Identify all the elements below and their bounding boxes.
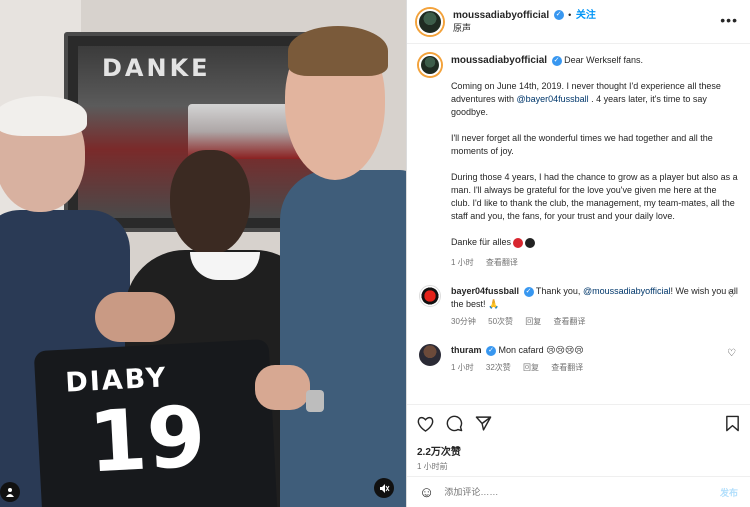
wristwatch — [306, 390, 324, 412]
caption-text: Danke für alles — [450, 237, 511, 247]
post-details-panel: moussadiabyofficial ✓ • 关注 原声 ••• moussa… — [406, 0, 750, 507]
caption-meta: 1 小时 查看翻译 — [451, 256, 738, 269]
comments-scroll-area[interactable]: moussadiabyofficial ✓ Dear Werkself fans… — [407, 44, 750, 399]
bookmark-icon[interactable] — [725, 415, 740, 435]
audio-label[interactable]: 原声 — [453, 22, 596, 35]
comment-text: Mon cafard 😢😢😢😢 — [498, 345, 584, 355]
comment-like-heart-icon[interactable]: ♡ — [727, 289, 736, 300]
post-header: moussadiabyofficial ✓ • 关注 原声 ••• — [407, 0, 750, 44]
handshake — [95, 292, 175, 342]
caption-paragraph-3: During those 4 years, I had the chance t… — [450, 172, 738, 221]
comment-item: bayer04fussball ✓ Thank you, @moussadiab… — [419, 285, 738, 328]
person-center-head — [170, 150, 250, 255]
emoji-icon[interactable]: ☺ — [419, 484, 434, 501]
post-media[interactable]: DANKE DIABY 19 — [0, 0, 406, 507]
add-comment-bar: ☺ 发布 — [407, 476, 750, 507]
comment-likes[interactable]: 32次赞 — [486, 363, 511, 372]
verified-badge-icon: ✓ — [551, 55, 562, 66]
comment-body: bayer04fussball ✓ Thank you, @moussadiab… — [451, 285, 738, 328]
follow-button[interactable]: 关注 — [576, 10, 596, 21]
commenter-avatar[interactable] — [419, 285, 441, 307]
post-time: 1 小时前 — [417, 462, 448, 471]
speaker-muted-icon[interactable] — [374, 478, 394, 498]
comment-time: 30分钟 — [451, 317, 476, 326]
person-right-body — [280, 170, 406, 507]
black-circle-emoji — [525, 237, 536, 248]
comment-input[interactable] — [444, 487, 720, 497]
caption-author-avatar[interactable] — [419, 54, 441, 76]
author-username[interactable]: moussadiabyofficial — [453, 10, 549, 21]
commenter-username[interactable]: bayer04fussball — [451, 286, 519, 296]
hand-right — [255, 365, 310, 410]
caption-greeting: Dear Werkself fans. — [564, 55, 643, 65]
post-comment-button[interactable]: 发布 — [720, 486, 738, 499]
post-actions: 2.2万次赞 1 小时前 — [407, 404, 750, 472]
heart-icon[interactable] — [417, 416, 434, 435]
separator-dot: • — [568, 9, 572, 20]
author-info: moussadiabyofficial ✓ • 关注 原声 — [453, 9, 596, 35]
person-left-hair — [0, 96, 87, 136]
caption-username[interactable]: moussadiabyofficial — [451, 55, 547, 66]
caption: moussadiabyofficial ✓ Dear Werkself fans… — [419, 54, 738, 269]
caption-paragraph-4: Danke für alles — [451, 236, 738, 249]
comment-meta: 1 小时 32次赞 回复 查看翻译 — [451, 361, 738, 374]
mention-link[interactable]: @bayer04fussball — [516, 94, 588, 104]
poster-text: DANKE — [102, 54, 211, 82]
comment-item: thuram ✓ Mon cafard 😢😢😢😢 1 小时 32次赞 回复 查看… — [419, 344, 738, 374]
verified-badge-icon: ✓ — [486, 345, 497, 356]
caption-body: moussadiabyofficial ✓ Dear Werkself fans… — [451, 54, 738, 269]
comment-likes[interactable]: 50次赞 — [488, 317, 513, 326]
more-horizontal-icon[interactable]: ••• — [720, 12, 738, 28]
caption-paragraph-1: Coming on June 14th, 2019. I never thoug… — [451, 80, 738, 119]
send-icon[interactable] — [475, 415, 492, 435]
jersey-number: 19 — [85, 387, 208, 492]
verified-badge-icon: ✓ — [553, 10, 564, 21]
commenter-avatar[interactable] — [419, 344, 441, 366]
author-avatar[interactable] — [417, 8, 443, 35]
comment-body: thuram ✓ Mon cafard 😢😢😢😢 1 小时 32次赞 回复 查看… — [451, 344, 738, 374]
likes-count[interactable]: 2.2万次赞 — [417, 443, 740, 458]
person-icon[interactable] — [0, 482, 20, 502]
comment-time: 1 小时 — [451, 363, 474, 372]
comment-meta: 30分钟 50次赞 回复 查看翻译 — [451, 315, 738, 328]
reply-button[interactable]: 回复 — [523, 363, 539, 372]
comment-like-heart-icon[interactable]: ♡ — [727, 348, 736, 359]
mention-link[interactable]: @moussadiabyofficial — [583, 286, 671, 296]
jersey: DIABY 19 — [33, 338, 278, 507]
action-icons-row — [417, 413, 740, 437]
caption-time: 1 小时 — [450, 258, 474, 267]
caption-paragraph-2: I'll never forget all the wonderful time… — [450, 133, 713, 156]
translate-link[interactable]: 查看翻译 — [551, 363, 583, 372]
translate-link[interactable]: 查看翻译 — [554, 317, 586, 326]
comment-text: Thank you, — [535, 286, 583, 296]
person-right-hair — [288, 26, 388, 76]
translate-link[interactable]: 查看翻译 — [486, 258, 518, 267]
verified-badge-icon: ✓ — [523, 286, 534, 297]
comment-icon[interactable] — [446, 415, 463, 435]
reply-button[interactable]: 回复 — [525, 317, 541, 326]
red-circle-emoji — [513, 237, 524, 248]
commenter-username[interactable]: thuram — [451, 345, 482, 355]
